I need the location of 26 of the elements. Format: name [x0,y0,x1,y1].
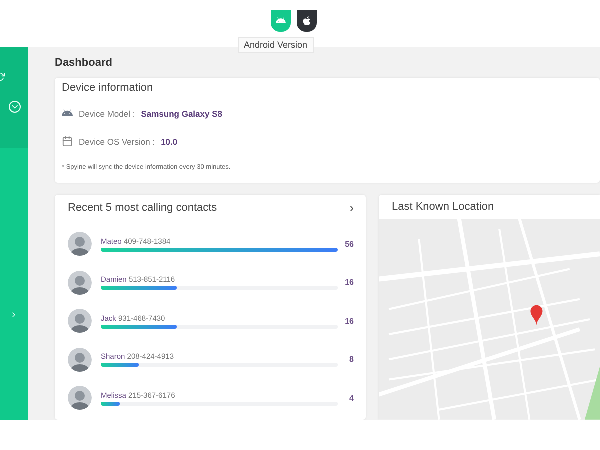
platform-tab[interactable] [296,10,316,32]
card-title: Device information [62,82,154,94]
tooltip: Android Version [238,37,314,53]
card-title: Last Known Location [392,201,494,214]
avatar-icon [68,386,92,410]
avatar-icon [68,232,92,256]
call-count: 4 [348,394,354,403]
avatar-icon [68,348,92,372]
call-count: 56 [344,240,354,249]
field-value: 10.0 [161,136,178,147]
avatar-icon [68,270,92,295]
calendar-icon [62,136,73,148]
field-label: Device Model : [79,108,136,119]
call-count: 8 [348,355,354,364]
apple-icon [302,16,312,26]
card-title: Recent 5 most calling contacts [68,202,218,214]
field-label: Device OS Version : [79,136,156,147]
avatar-icon [68,309,92,334]
android-icon [276,16,286,26]
chevron-right-icon[interactable] [10,311,18,319]
call-count: 16 [344,278,354,288]
chevron-down-icon[interactable] [9,101,21,113]
page-title: Dashboard [55,57,114,70]
call-count: 16 [344,316,354,326]
field-value: Samsung Galaxy S8 [141,108,222,119]
more-link[interactable]: › [350,201,354,216]
